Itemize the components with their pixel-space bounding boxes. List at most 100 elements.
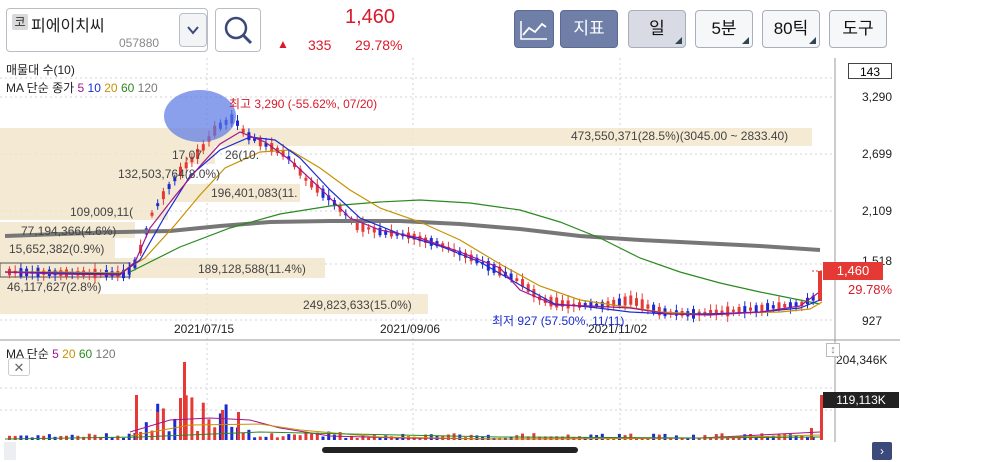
ma20-legend: 20 [104,81,118,95]
close-icon: ✕ [13,360,25,375]
volume-bar [344,437,348,440]
vp-label-5: 196,401,083(11. [211,186,298,200]
candle [515,278,519,282]
candle [754,305,758,312]
period-minute-label: 5분 [711,19,737,38]
current-price: 1,460 [345,6,396,28]
volume-bar [183,362,186,440]
high-highlight [164,90,236,142]
current-rate-label: 29.78% [848,282,893,297]
volume-bar [692,434,695,440]
candle [150,212,154,216]
candle [367,227,371,230]
scroll-left-area[interactable] [4,442,16,460]
candle [726,306,730,317]
chevron-right-icon: › [880,444,884,458]
date-label-2: 2021/09/06 [380,322,441,336]
stock-name: 피에이치씨 [31,18,105,35]
candle [629,295,633,305]
volume-bar [367,437,371,440]
volume-bar [247,429,251,440]
vp-label-4: 132,503,764(8.0%) [118,167,221,181]
volume-bar [429,434,433,440]
volume-bar [446,434,450,440]
ma60-legend: 60 [120,81,135,95]
candle [640,299,644,310]
indicator-button[interactable]: 지표 [560,10,618,48]
volume-bar [36,435,40,440]
candle [749,307,752,311]
price-change: 335 [308,37,332,53]
volume-current-tag: 119,113K [823,392,899,408]
candle [241,128,245,133]
resize-icon: ↕ [830,344,836,356]
stock-dropdown-button[interactable] [179,13,207,47]
volume-bar [800,435,804,440]
volume-bar [241,432,245,440]
volume-bar [237,412,240,440]
scroll-right-button[interactable]: › [872,442,892,460]
candle [760,304,764,312]
volume-bar [652,433,656,440]
candle [783,303,787,308]
period-tick-button[interactable]: 80틱 [762,10,820,48]
volume-bar [70,434,74,440]
volume-bar [281,436,285,440]
volume-bar [196,430,200,440]
volume-bar [321,436,325,440]
candle [161,191,165,200]
search-button[interactable] [215,8,261,52]
candle [304,177,308,181]
volume-bar [355,437,359,440]
vp-label-6: 109,009,11( [70,205,134,219]
volume-bar [25,435,29,440]
volume-bar [663,433,667,440]
volume-bar [13,435,17,440]
volume-bar [810,428,813,440]
volume-bar [332,434,336,440]
volume-bar [47,434,51,440]
vp-label-9: 189,128,588(11.4%) [198,262,306,276]
vp-label-8: 15,652,382(0.9%) [9,242,105,256]
ma5-legend: 5 [77,81,85,95]
y-label-3290: 3,290 [862,90,893,104]
volume-bar [298,435,302,440]
current-price-tag: 1,460 [823,262,883,280]
candle [555,297,559,308]
price-volume-chart[interactable] [0,58,900,462]
vp-label-3: 26(10. [225,148,260,162]
volume-bar [173,418,177,440]
volume-bar [600,433,604,440]
chart-type-button[interactable] [514,10,554,48]
vol-ma120-legend: 120 [95,347,116,361]
candle [167,184,171,189]
vol-ma5-legend: 5 [52,347,59,361]
date-label-1: 2021/07/15 [174,322,235,336]
candle [617,298,621,306]
volume-bar [270,433,274,440]
stock-selector[interactable]: 코 피에이치씨 057880 [6,8,208,52]
candle [201,144,205,151]
close-pane-button[interactable]: ✕ [8,358,30,376]
vp-label-10: 46,117,627(2.8%) [7,280,102,294]
grid [0,58,835,442]
candle [646,304,650,309]
vol-ma60-legend: 60 [78,347,93,361]
vp-label-11: 249,823,633(15.0%) [303,298,412,312]
vp-label-7: 77,194,366(4.6%) [21,224,117,238]
y-label-2109: 2,109 [862,204,893,218]
period-minute-button[interactable]: 5분 [695,10,753,48]
volume-bar [82,436,86,440]
volume-bar [264,436,268,440]
volume-max-label: 204,346K [836,353,888,367]
period-day-button[interactable]: 일 [628,10,686,48]
resize-pane-button[interactable]: ↕ [826,343,840,357]
line-chart-icon [520,21,547,40]
y-label-927: 927 [862,314,883,328]
tools-button[interactable]: 도구 [829,10,887,48]
volume-bar [122,437,125,440]
volume-bar [275,437,279,440]
candle [156,203,160,207]
top-toolbar: 코 피에이치씨 057880 1,460 ▲ 335 29.78% 지표 일 5… [0,0,900,58]
volume-bar [629,433,633,440]
